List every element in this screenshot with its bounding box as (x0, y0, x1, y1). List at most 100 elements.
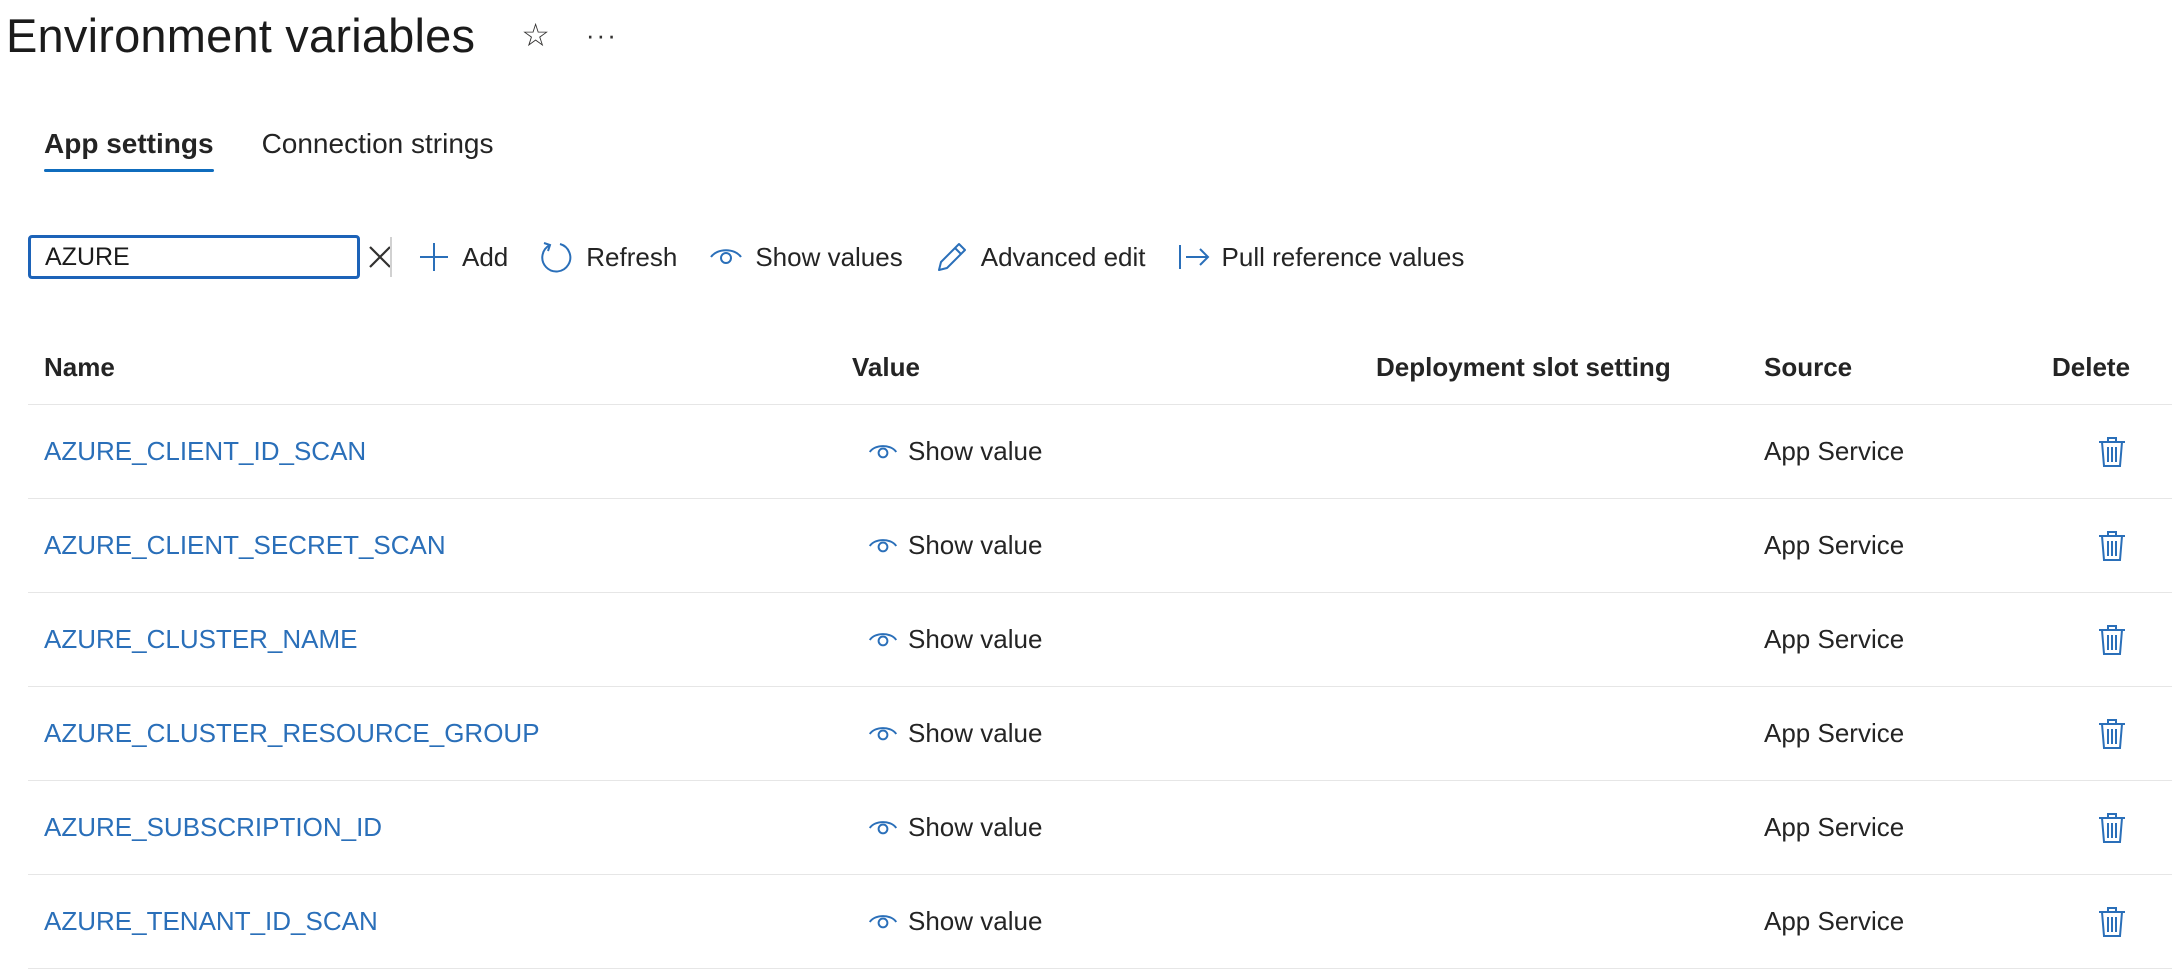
table-row: AZURE_CLIENT_SECRET_SCAN Show value App … (28, 499, 2172, 593)
toolbar: Add Refresh Show values Advanced edit Pu… (28, 232, 1496, 282)
search-box (28, 235, 391, 279)
value-cell: Show value (840, 906, 1376, 937)
name-cell: AZURE_CLIENT_SECRET_SCAN (28, 530, 840, 561)
column-header-source[interactable]: Source (1764, 352, 2052, 383)
trash-icon (2099, 624, 2125, 655)
delete-button[interactable] (2098, 906, 2126, 938)
column-header-deployment-slot[interactable]: Deployment slot setting (1376, 352, 1764, 383)
tab-connection-strings[interactable]: Connection strings (262, 128, 494, 172)
table-body: AZURE_CLIENT_ID_SCAN Show value App Serv… (28, 405, 2172, 969)
name-cell: AZURE_CLUSTER_RESOURCE_GROUP (28, 718, 840, 749)
show-value-label: Show value (908, 906, 1043, 936)
source-cell: App Service (1764, 906, 1905, 936)
show-values-label: Show values (755, 241, 903, 272)
show-values-button[interactable]: Show values (709, 241, 903, 273)
delete-cell (2052, 906, 2172, 938)
setting-name-link[interactable]: AZURE_TENANT_ID_SCAN (44, 906, 378, 936)
pencil-icon (937, 243, 966, 271)
delete-button[interactable] (2098, 812, 2126, 844)
value-cell: Show value (840, 718, 1376, 749)
table-row: AZURE_TENANT_ID_SCAN Show value App Serv… (28, 875, 2172, 969)
refresh-button[interactable]: Refresh (540, 240, 677, 274)
delete-button[interactable] (2098, 530, 2126, 562)
tab-bar: App settings Connection strings (44, 128, 493, 172)
advanced-edit-button[interactable]: Advanced edit (935, 240, 1146, 274)
delete-cell (2052, 812, 2172, 844)
eye-icon (868, 444, 898, 458)
name-cell: AZURE_CLIENT_ID_SCAN (28, 436, 840, 467)
eye-icon (868, 914, 898, 928)
column-header-value[interactable]: Value (840, 352, 1376, 383)
show-value-button[interactable]: Show value (868, 530, 1042, 561)
show-value-label: Show value (908, 624, 1043, 654)
column-header-name[interactable]: Name (28, 352, 840, 383)
advanced-edit-label: Advanced edit (980, 241, 1146, 272)
show-value-button[interactable]: Show value (868, 812, 1042, 843)
delete-button[interactable] (2098, 624, 2126, 656)
pull-reference-values-label: Pull reference values (1221, 241, 1465, 272)
setting-name-link[interactable]: AZURE_SUBSCRIPTION_ID (44, 812, 382, 842)
show-value-label: Show value (908, 530, 1043, 560)
value-cell: Show value (840, 530, 1376, 561)
table-header: Name Value Deployment slot setting Sourc… (28, 330, 2172, 405)
trash-icon (2099, 436, 2125, 467)
setting-name-link[interactable]: AZURE_CLUSTER_RESOURCE_GROUP (44, 718, 540, 748)
show-value-label: Show value (908, 718, 1043, 748)
eye-icon (868, 726, 898, 740)
trash-icon (2099, 718, 2125, 749)
add-button[interactable]: Add (418, 241, 508, 273)
value-cell: Show value (840, 624, 1376, 655)
source-cell: App Service (1764, 718, 1905, 748)
refresh-label: Refresh (586, 241, 678, 272)
plus-icon (420, 243, 448, 271)
pull-reference-values-button[interactable]: Pull reference values (1178, 241, 1465, 273)
trash-icon (2099, 530, 2125, 561)
column-header-delete: Delete (2052, 351, 2131, 382)
delete-cell (2052, 718, 2172, 750)
more-options-icon[interactable]: ··· (586, 20, 618, 51)
show-value-label: Show value (908, 436, 1043, 466)
setting-name-link[interactable]: AZURE_CLIENT_ID_SCAN (44, 436, 366, 466)
eye-icon (868, 538, 898, 552)
delete-cell (2052, 530, 2172, 562)
setting-name-link[interactable]: AZURE_CLUSTER_NAME (44, 624, 358, 654)
arrow-right-to-line-icon (1178, 245, 1209, 269)
eye-icon (868, 632, 898, 646)
show-value-button[interactable]: Show value (868, 624, 1042, 655)
eye-icon (710, 249, 743, 264)
delete-button[interactable] (2098, 436, 2126, 468)
table-row: AZURE_SUBSCRIPTION_ID Show value App Ser… (28, 781, 2172, 875)
refresh-icon (541, 242, 572, 273)
search-input[interactable] (45, 242, 367, 272)
source-cell: App Service (1764, 436, 1905, 466)
toolbar-divider (390, 237, 392, 277)
trash-icon (2099, 812, 2125, 843)
table-row: AZURE_CLIENT_ID_SCAN Show value App Serv… (28, 405, 2172, 499)
name-cell: AZURE_TENANT_ID_SCAN (28, 906, 840, 937)
delete-cell (2052, 436, 2172, 468)
name-cell: AZURE_SUBSCRIPTION_ID (28, 812, 840, 843)
table-row: AZURE_CLUSTER_RESOURCE_GROUP Show value … (28, 687, 2172, 781)
show-value-button[interactable]: Show value (868, 436, 1042, 467)
delete-cell (2052, 624, 2172, 656)
page-header: Environment variables ☆ ··· (6, 0, 618, 70)
value-cell: Show value (840, 812, 1376, 843)
tab-app-settings[interactable]: App settings (44, 128, 214, 172)
page-title: Environment variables (6, 8, 476, 62)
name-cell: AZURE_CLUSTER_NAME (28, 624, 840, 655)
table-row: AZURE_CLUSTER_NAME Show value App Servic… (28, 593, 2172, 687)
trash-icon (2099, 906, 2125, 937)
source-cell: App Service (1764, 812, 1905, 842)
source-cell: App Service (1764, 624, 1905, 654)
star-icon[interactable]: ☆ (521, 19, 550, 51)
value-cell: Show value (840, 436, 1376, 467)
show-value-label: Show value (908, 812, 1043, 842)
show-value-button[interactable]: Show value (868, 718, 1042, 749)
delete-button[interactable] (2098, 718, 2126, 750)
add-label: Add (462, 241, 509, 272)
eye-icon (868, 820, 898, 834)
setting-name-link[interactable]: AZURE_CLIENT_SECRET_SCAN (44, 530, 446, 560)
source-cell: App Service (1764, 530, 1905, 560)
app-settings-table: Name Value Deployment slot setting Sourc… (28, 330, 2172, 969)
show-value-button[interactable]: Show value (868, 906, 1042, 937)
